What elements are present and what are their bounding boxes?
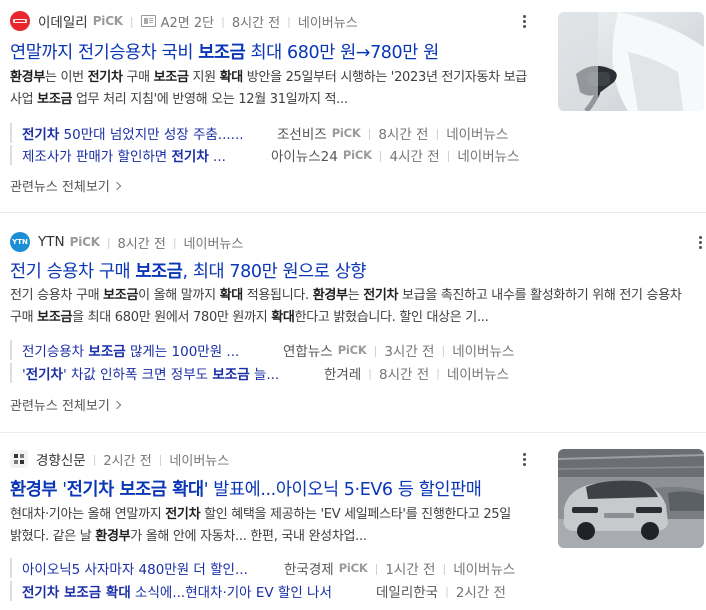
chevron-right-icon xyxy=(112,400,122,409)
divider: | xyxy=(221,14,225,28)
related-title[interactable]: 전기승용차 보조금 많게는 100만원 ... xyxy=(22,340,268,360)
more-options-icon[interactable] xyxy=(519,449,529,469)
car-charging-photo-icon xyxy=(558,12,704,111)
pick-badge: PiCK xyxy=(342,148,372,162)
related-news-all-link[interactable]: 관련뉴스 전체보기 xyxy=(10,395,122,414)
portal-link[interactable]: 네이버뉴스 xyxy=(447,363,509,383)
portal-link[interactable]: 네이버뉴스 xyxy=(298,12,358,31)
related-press[interactable]: 한겨레 xyxy=(324,363,361,383)
related-title[interactable]: 전기차 50만대 넘었지만 성장 주춤...... xyxy=(22,123,260,143)
divider: | xyxy=(287,14,291,28)
divider: | xyxy=(92,452,97,466)
divider: | xyxy=(373,343,378,357)
news-item-1: 이데일리 PiCK | A2면 2단 | 8시간 전 | 네이버뉴스 연말까지 … xyxy=(0,0,706,212)
related-press[interactable]: 연합뉴스 xyxy=(283,340,333,360)
divider: | xyxy=(435,126,440,140)
related-news-1: 아이오닉5 사자마자 480만원 더 할인... 한국경제 PiCK | 1시간… xyxy=(10,558,515,578)
more-options-icon[interactable] xyxy=(519,11,529,31)
paper-info: A2면 2단 xyxy=(160,15,215,31)
news-item-2: YTN YTN PiCK | 8시간 전 | 네이버뉴스 전기 승용차 구매 보… xyxy=(0,213,706,432)
news-item-3: 경향신문 | 2시간 전 | 네이버뉴스 환경부 '전기차 보조금 확대' 발표… xyxy=(0,433,706,610)
portal-link[interactable]: 네이버뉴스 xyxy=(184,233,244,252)
related-press[interactable]: 데일리한국 xyxy=(376,581,438,601)
press-name[interactable]: 경향신문 xyxy=(36,449,86,469)
source-row: 이데일리 PiCK | A2면 2단 | 8시간 전 | 네이버뉴스 xyxy=(10,11,358,31)
related-news-1: 전기차 50만대 넘었지만 성장 주춤...... 조선비즈 PiCK | 8시… xyxy=(10,123,508,143)
article-title[interactable]: 전기 승용차 구매 보조금, 최대 780만 원으로 상향 xyxy=(10,258,700,283)
time: 8시간 전 xyxy=(378,367,430,383)
time: 2시간 전 xyxy=(103,453,152,469)
article-description: 전기 승용차 구매 보조금이 올해 말까지 확대 적용됩니다. 환경부는 전기차… xyxy=(10,288,682,325)
pick-badge: PiCK xyxy=(338,561,368,575)
divider: | xyxy=(442,561,447,575)
divider: | xyxy=(378,148,383,162)
related-title[interactable]: 전기차 보조금 확대 소식에...현대차·기아 EV 할인 나서 xyxy=(22,581,366,601)
article-title[interactable]: 환경부 '전기차 보조금 확대' 발표에...아이오닉 5·EV6 등 할인판매 xyxy=(10,476,550,501)
pick-badge: PiCK xyxy=(69,235,100,249)
article-description: 현대차·기아는 올해 연말까지 전기차 할인 혜택을 제공하는 'EV 세일페스… xyxy=(10,507,511,544)
related-press[interactable]: 한국경제 xyxy=(284,558,334,578)
divider: | xyxy=(368,366,372,380)
related-news-2: 전기차 보조금 확대 소식에...현대차·기아 EV 할인 나서 데일리한국 |… xyxy=(10,581,506,601)
article-thumbnail[interactable] xyxy=(558,449,704,548)
related-news-all-link[interactable]: 관련뉴스 전체보기 xyxy=(10,176,122,195)
time: 1시간 전 xyxy=(385,562,436,578)
article-description: 환경부는 이번 전기차 구매 보조금 지원 확대 방안을 25일부터 시행하는 … xyxy=(10,70,527,107)
related-news-1: 전기승용차 보조금 많게는 100만원 ... 연합뉴스 PiCK | 3시간 … xyxy=(10,340,514,360)
time: 4시간 전 xyxy=(389,149,440,165)
source-row: YTN YTN PiCK | 8시간 전 | 네이버뉴스 xyxy=(10,232,243,252)
more-options-icon[interactable] xyxy=(695,232,705,252)
related-title[interactable]: 아이오닉5 사자마자 480만원 더 할인... xyxy=(22,558,274,578)
pick-badge: PiCK xyxy=(331,126,361,140)
related-title[interactable]: '전기차' 차값 인하폭 크면 정부도 보조금 늘... xyxy=(22,363,312,383)
press-logo[interactable] xyxy=(10,450,28,468)
time: 8시간 전 xyxy=(117,236,166,252)
divider: | xyxy=(172,235,177,249)
pick-badge: PiCK xyxy=(337,343,367,357)
time: 3시간 전 xyxy=(384,344,435,360)
portal-link[interactable]: 네이버뉴스 xyxy=(452,340,514,360)
divider: | xyxy=(445,584,449,598)
related-news-2: 제조사가 판매가 할인하면 전기차 ... 아이뉴스24 PiCK | 4시간 … xyxy=(10,145,519,165)
divider: | xyxy=(446,148,451,162)
article-title[interactable]: 연말까지 전기승용차 국비 보조금 최대 680만 원→780만 원 xyxy=(10,39,550,64)
time: 8시간 전 xyxy=(231,15,281,31)
portal-link[interactable]: 네이버뉴스 xyxy=(457,145,519,165)
newspaper-icon xyxy=(140,15,156,27)
divider: | xyxy=(441,343,446,357)
related-press[interactable]: 아이뉴스24 xyxy=(271,145,338,165)
portal-link[interactable]: 네이버뉴스 xyxy=(169,450,229,469)
portal-link[interactable]: 네이버뉴스 xyxy=(453,558,515,578)
related-title[interactable]: 제조사가 판매가 할인하면 전기차 ... xyxy=(22,145,256,165)
edaily-logo-icon xyxy=(13,19,27,23)
divider: | xyxy=(374,561,379,575)
time: 2시간 전 xyxy=(455,585,506,601)
time: 8시간 전 xyxy=(378,127,429,143)
press-logo[interactable]: YTN xyxy=(10,232,30,252)
divider: | xyxy=(106,235,111,249)
related-news-2: '전기차' 차값 인하폭 크면 정부도 보조금 늘... 한겨레 | 8시간 전… xyxy=(10,363,509,383)
kyunghyang-logo-icon xyxy=(14,454,24,464)
divider: | xyxy=(367,126,372,140)
divider: | xyxy=(436,366,440,380)
portal-link[interactable]: 네이버뉴스 xyxy=(446,123,508,143)
related-press[interactable]: 조선비즈 xyxy=(277,123,327,143)
divider: | xyxy=(158,452,163,466)
press-name[interactable]: 이데일리 xyxy=(38,11,88,31)
car-factory-photo-icon xyxy=(558,449,704,548)
press-logo[interactable] xyxy=(10,11,30,31)
chevron-right-icon xyxy=(112,181,122,190)
pick-badge: PiCK xyxy=(92,14,123,28)
press-name[interactable]: YTN xyxy=(38,234,65,250)
article-thumbnail[interactable] xyxy=(558,12,704,111)
source-row: 경향신문 | 2시간 전 | 네이버뉴스 xyxy=(10,449,229,469)
divider: | xyxy=(129,14,134,28)
